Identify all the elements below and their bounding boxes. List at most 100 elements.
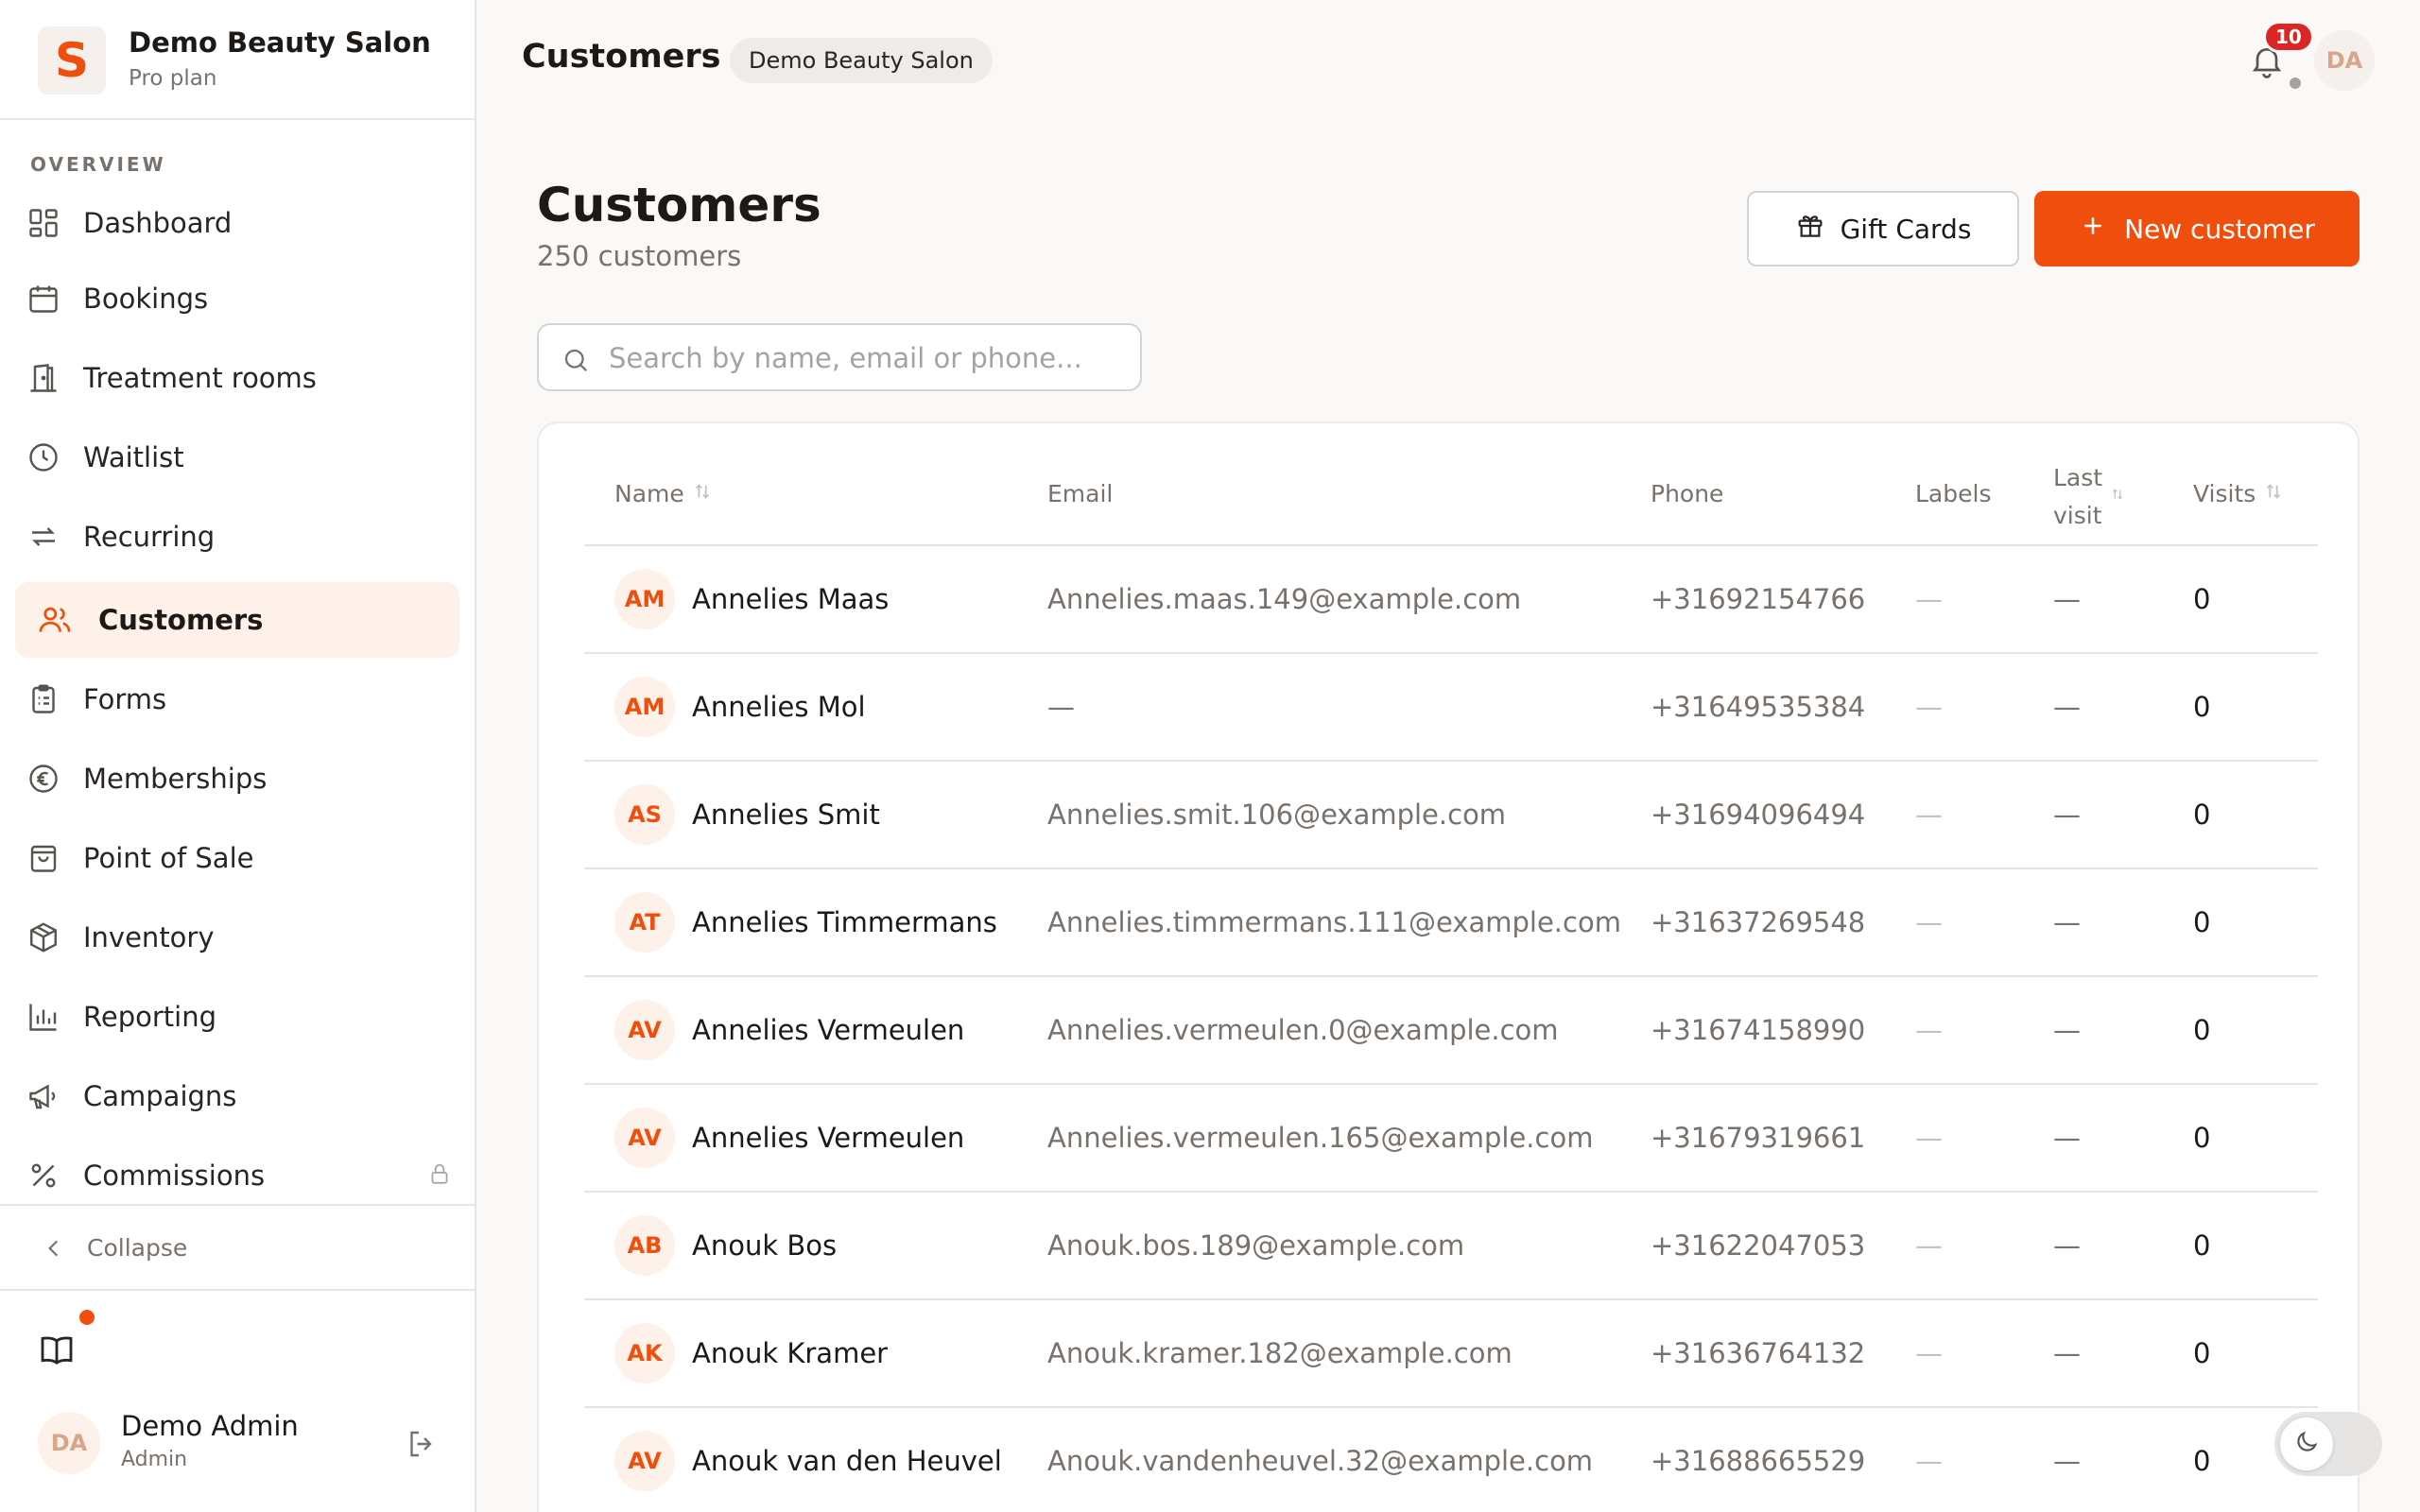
sidebar-item-label: Recurring — [83, 521, 216, 553]
sidebar-item-inventory[interactable]: Inventory — [15, 900, 459, 975]
table-row[interactable]: AV Annelies Vermeulen Annelies.vermeulen… — [584, 1085, 2318, 1193]
user-profile[interactable]: DA Demo Admin Admin — [0, 1399, 475, 1493]
column-header-last-visit[interactable]: Last visit — [2053, 459, 2125, 535]
customer-email: Anouk.bos.189@example.com — [1047, 1229, 1465, 1262]
avatar: AV — [614, 1431, 675, 1491]
brand-name: Demo Beauty Salon — [129, 26, 431, 59]
sidebar-item-bookings[interactable]: Bookings — [15, 261, 459, 336]
search-input[interactable] — [609, 338, 1119, 378]
sidebar-item-commissions[interactable]: Commissions — [15, 1138, 459, 1213]
column-last-visit-line2: visit — [2053, 502, 2102, 529]
avatar: DA — [38, 1412, 100, 1474]
sidebar-item-label: Point of Sale — [83, 842, 254, 874]
sidebar-item-label: Forms — [83, 683, 167, 715]
sidebar-item-point-of-sale[interactable]: Point of Sale — [15, 820, 459, 896]
collapse-label: Collapse — [87, 1234, 188, 1262]
gift-icon — [1795, 211, 1825, 248]
search-field[interactable] — [537, 323, 1142, 391]
dashboard-icon — [25, 204, 62, 242]
customer-visits: 0 — [2193, 1229, 2211, 1262]
status-dot — [2290, 77, 2301, 89]
plus-icon — [2079, 212, 2107, 247]
sidebar-item-label: Commissions — [83, 1160, 266, 1192]
sidebar-item-memberships[interactable]: Memberships — [15, 741, 459, 816]
book-icon[interactable] — [38, 1331, 76, 1372]
customer-last-visit: — — [2053, 1014, 2081, 1046]
brand-header[interactable]: S Demo Beauty Salon Pro plan — [0, 0, 475, 120]
customer-phone: +31692154766 — [1651, 583, 1866, 615]
theme-toggle[interactable] — [2274, 1412, 2382, 1476]
bag-icon — [25, 839, 62, 877]
customer-name: Annelies Smit — [692, 799, 880, 831]
customer-phone: +31694096494 — [1651, 799, 1866, 831]
org-pill[interactable]: Demo Beauty Salon — [730, 38, 993, 83]
customer-last-visit: — — [2053, 1122, 2081, 1154]
customer-name: Anouk Kramer — [692, 1337, 889, 1369]
sort-icon — [2263, 480, 2284, 507]
sidebar-item-customers[interactable]: Customers — [15, 582, 459, 658]
avatar[interactable]: DA — [2314, 30, 2375, 91]
brand-plan: Pro plan — [129, 66, 217, 91]
table-row[interactable]: AT Annelies Timmermans Annelies.timmerma… — [584, 869, 2318, 977]
chevron-left-icon — [42, 1236, 66, 1264]
customer-visits: 0 — [2193, 1337, 2211, 1369]
table-row[interactable]: AB Anouk Bos Anouk.bos.189@example.com +… — [584, 1193, 2318, 1300]
table-row[interactable]: AM Annelies Mol — +31649535384 — — 0 — [584, 654, 2318, 762]
table-row[interactable]: AM Annelies Maas Annelies.maas.149@examp… — [584, 546, 2318, 654]
gift-cards-button[interactable]: Gift Cards — [1747, 191, 2019, 266]
bar-chart-icon — [25, 998, 62, 1036]
sidebar-item-forms[interactable]: Forms — [15, 662, 459, 737]
percent-icon — [25, 1157, 62, 1194]
customer-visits: 0 — [2193, 1122, 2211, 1154]
box-icon — [25, 919, 62, 956]
customer-email: — — [1047, 691, 1075, 723]
column-header-name[interactable]: Name — [614, 480, 713, 507]
moon-icon — [2293, 1429, 2320, 1459]
customer-name: Anouk van den Heuvel — [692, 1445, 1002, 1477]
customer-last-visit: — — [2053, 583, 2081, 615]
avatar: AV — [614, 1000, 675, 1060]
sidebar-item-label: Treatment rooms — [83, 362, 317, 394]
customer-phone: +31649535384 — [1651, 691, 1866, 723]
table-row[interactable]: AV Annelies Vermeulen Annelies.vermeulen… — [584, 977, 2318, 1085]
customer-phone: +31674158990 — [1651, 1014, 1866, 1046]
customer-email: Annelies.vermeulen.0@example.com — [1047, 1014, 1559, 1046]
customer-visits: 0 — [2193, 583, 2211, 615]
table-row[interactable]: AK Anouk Kramer Anouk.kramer.182@example… — [584, 1300, 2318, 1408]
sidebar-item-campaigns[interactable]: Campaigns — [15, 1058, 459, 1134]
sidebar-item-dashboard[interactable]: Dashboard — [15, 185, 459, 261]
customer-visits: 0 — [2193, 1014, 2211, 1046]
sidebar-item-reporting[interactable]: Reporting — [15, 979, 459, 1055]
customer-visits: 0 — [2193, 691, 2211, 723]
customer-phone: +31622047053 — [1651, 1229, 1866, 1262]
customer-count: 250 customers — [537, 240, 742, 272]
sidebar-item-waitlist[interactable]: Waitlist — [15, 420, 459, 495]
sidebar-item-treatment-rooms[interactable]: Treatment rooms — [15, 340, 459, 416]
avatar: AT — [614, 892, 675, 953]
sidebar-item-recurring[interactable]: Recurring — [15, 499, 459, 575]
page-title: Customers — [537, 178, 821, 232]
customer-email: Annelies.smit.106@example.com — [1047, 799, 1507, 831]
table-header: Name Email Phone Labels Last visit Visit… — [584, 452, 2318, 546]
euro-icon — [25, 760, 62, 798]
column-header-labels: Labels — [1915, 480, 1992, 507]
customer-labels: — — [1915, 1014, 1943, 1046]
sidebar-item-label: Campaigns — [83, 1080, 237, 1112]
column-visits-label: Visits — [2193, 480, 2256, 507]
customer-labels: — — [1915, 1337, 1943, 1369]
column-header-visits[interactable]: Visits — [2193, 480, 2284, 507]
table-row[interactable]: AS Annelies Smit Annelies.smit.106@examp… — [584, 762, 2318, 869]
customer-name: Annelies Vermeulen — [692, 1122, 965, 1154]
sidebar-item-label: Dashboard — [83, 207, 233, 239]
customers-table: Name Email Phone Labels Last visit Visit… — [537, 421, 2360, 1512]
door-icon — [25, 359, 62, 397]
table-row[interactable]: AV Anouk van den Heuvel Anouk.vandenheuv… — [584, 1408, 2318, 1512]
customer-labels: — — [1915, 1122, 1943, 1154]
logout-icon[interactable] — [405, 1427, 439, 1465]
new-customer-button[interactable]: New customer — [2034, 191, 2360, 266]
customer-last-visit: — — [2053, 906, 2081, 938]
avatar: AM — [614, 677, 675, 737]
top-bar: Customers Demo Beauty Salon 10 DA — [476, 0, 2420, 117]
customer-labels: — — [1915, 1445, 1943, 1477]
collapse-button[interactable]: Collapse — [0, 1204, 475, 1291]
